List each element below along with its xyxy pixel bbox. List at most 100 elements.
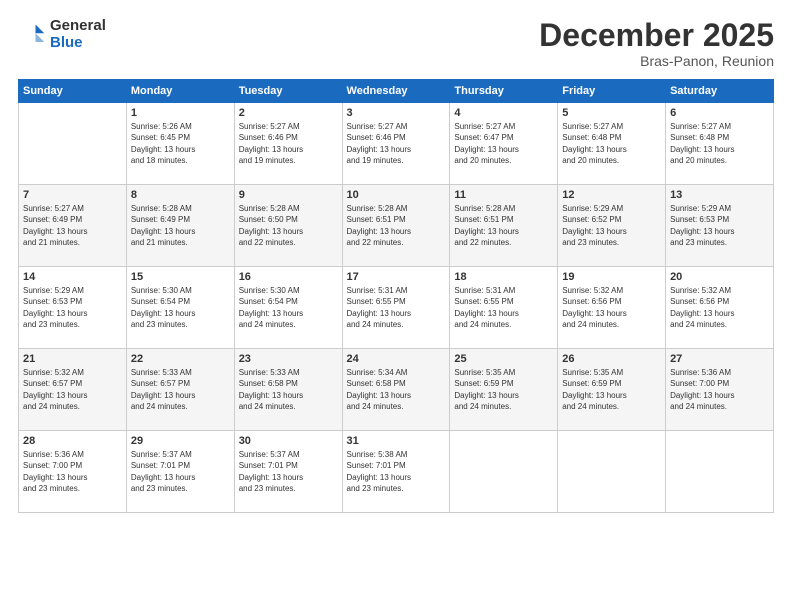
day-number: 12 xyxy=(562,189,661,201)
day-number: 17 xyxy=(347,271,446,283)
day-info: Sunrise: 5:35 AM Sunset: 6:59 PM Dayligh… xyxy=(562,367,661,412)
calendar-cell: 20 Sunrise: 5:32 AM Sunset: 6:56 PM Dayli… xyxy=(666,267,774,349)
day-info: Sunrise: 5:35 AM Sunset: 6:59 PM Dayligh… xyxy=(454,367,553,412)
day-number: 25 xyxy=(454,353,553,365)
day-number: 18 xyxy=(454,271,553,283)
calendar-cell: 19Sunrise: 5:32 AM Sunset: 6:56 PM Dayli… xyxy=(558,267,666,349)
day-info: Sunrise: 5:30 AM Sunset: 6:54 PM Dayligh… xyxy=(131,285,230,330)
calendar-cell: 14Sunrise: 5:29 AM Sunset: 6:53 PM Dayli… xyxy=(19,267,127,349)
calendar-cell xyxy=(558,431,666,513)
day-info: Sunrise: 5:34 AM Sunset: 6:58 PM Dayligh… xyxy=(347,367,446,412)
calendar-cell: 13Sunrise: 5:29 AM Sunset: 6:53 PM Dayli… xyxy=(666,185,774,267)
day-number: 20 xyxy=(670,271,769,283)
calendar-cell: 1 Sunrise: 5:26 AM Sunset: 6:45 PM Daylig… xyxy=(126,103,234,185)
day-info: Sunrise: 5:28 AM Sunset: 6:51 PM Dayligh… xyxy=(347,203,446,248)
calendar-cell: 21Sunrise: 5:32 AM Sunset: 6:57 PM Dayli… xyxy=(19,349,127,431)
day-header-thursday: Thursday xyxy=(450,80,558,103)
day-info: Sunrise: 5:28 AM Sunset: 6:51 PM Dayligh… xyxy=(454,203,553,248)
subtitle: Bras-Panon, Reunion xyxy=(539,53,774,69)
day-number: 16 xyxy=(239,271,338,283)
day-info: Sunrise: 5:33 AM Sunset: 6:58 PM Dayligh… xyxy=(239,367,338,412)
day-number: 31 xyxy=(347,435,446,447)
week-row-2: 7Sunrise: 5:27 AM Sunset: 6:49 PM Daylig… xyxy=(19,185,774,267)
week-row-4: 21Sunrise: 5:32 AM Sunset: 6:57 PM Dayli… xyxy=(19,349,774,431)
logo-text: General Blue xyxy=(50,18,106,51)
day-info: Sunrise: 5:37 AM Sunset: 7:01 PM Dayligh… xyxy=(131,449,230,494)
calendar-table: SundayMondayTuesdayWednesdayThursdayFrid… xyxy=(18,79,774,513)
calendar-cell: 22 Sunrise: 5:33 AM Sunset: 6:57 PM Dayli… xyxy=(126,349,234,431)
calendar-cell: 25 Sunrise: 5:35 AM Sunset: 6:59 PM Dayli… xyxy=(450,349,558,431)
calendar-cell: 7Sunrise: 5:27 AM Sunset: 6:49 PM Daylig… xyxy=(19,185,127,267)
page: General Blue December 2025 Bras-Panon, R… xyxy=(0,0,792,612)
logo: General Blue xyxy=(18,18,106,51)
day-info: Sunrise: 5:33 AM Sunset: 6:57 PM Dayligh… xyxy=(131,367,230,412)
day-number: 9 xyxy=(239,189,338,201)
calendar-cell xyxy=(666,431,774,513)
day-info: Sunrise: 5:37 AM Sunset: 7:01 PM Dayligh… xyxy=(239,449,338,494)
day-number: 2 xyxy=(239,107,338,119)
calendar-cell: 23 Sunrise: 5:33 AM Sunset: 6:58 PM Dayli… xyxy=(234,349,342,431)
day-info: Sunrise: 5:27 AM Sunset: 6:48 PM Dayligh… xyxy=(670,121,769,166)
day-info: Sunrise: 5:32 AM Sunset: 6:56 PM Dayligh… xyxy=(670,285,769,330)
day-info: Sunrise: 5:38 AM Sunset: 7:01 PM Dayligh… xyxy=(347,449,446,494)
week-row-3: 14Sunrise: 5:29 AM Sunset: 6:53 PM Dayli… xyxy=(19,267,774,349)
calendar-cell: 4Sunrise: 5:27 AM Sunset: 6:47 PM Daylig… xyxy=(450,103,558,185)
day-number: 23 xyxy=(239,353,338,365)
day-number: 27 xyxy=(670,353,769,365)
day-info: Sunrise: 5:32 AM Sunset: 6:57 PM Dayligh… xyxy=(23,367,122,412)
day-number: 1 xyxy=(131,107,230,119)
calendar-cell: 3 Sunrise: 5:27 AM Sunset: 6:46 PM Daylig… xyxy=(342,103,450,185)
logo-general: General xyxy=(50,17,106,34)
calendar-cell: 8Sunrise: 5:28 AM Sunset: 6:49 PM Daylig… xyxy=(126,185,234,267)
day-number: 30 xyxy=(239,435,338,447)
day-number: 6 xyxy=(670,107,769,119)
day-info: Sunrise: 5:27 AM Sunset: 6:48 PM Dayligh… xyxy=(562,121,661,166)
day-info: Sunrise: 5:36 AM Sunset: 7:00 PM Dayligh… xyxy=(23,449,122,494)
day-number: 5 xyxy=(562,107,661,119)
day-number: 29 xyxy=(131,435,230,447)
header-row: SundayMondayTuesdayWednesdayThursdayFrid… xyxy=(19,80,774,103)
day-info: Sunrise: 5:36 AM Sunset: 7:00 PM Dayligh… xyxy=(670,367,769,412)
day-number: 22 xyxy=(131,353,230,365)
day-number: 11 xyxy=(454,189,553,201)
day-info: Sunrise: 5:31 AM Sunset: 6:55 PM Dayligh… xyxy=(454,285,553,330)
calendar-cell: 29 Sunrise: 5:37 AM Sunset: 7:01 PM Dayli… xyxy=(126,431,234,513)
day-info: Sunrise: 5:27 AM Sunset: 6:46 PM Dayligh… xyxy=(347,121,446,166)
day-info: Sunrise: 5:27 AM Sunset: 6:46 PM Dayligh… xyxy=(239,121,338,166)
day-info: Sunrise: 5:30 AM Sunset: 6:54 PM Dayligh… xyxy=(239,285,338,330)
calendar-cell: 30 Sunrise: 5:37 AM Sunset: 7:01 PM Dayli… xyxy=(234,431,342,513)
calendar-cell: 31 Sunrise: 5:38 AM Sunset: 7:01 PM Dayli… xyxy=(342,431,450,513)
day-header-tuesday: Tuesday xyxy=(234,80,342,103)
calendar-cell: 11 Sunrise: 5:28 AM Sunset: 6:51 PM Dayli… xyxy=(450,185,558,267)
calendar-cell: 12Sunrise: 5:29 AM Sunset: 6:52 PM Dayli… xyxy=(558,185,666,267)
day-header-monday: Monday xyxy=(126,80,234,103)
day-number: 4 xyxy=(454,107,553,119)
day-number: 24 xyxy=(347,353,446,365)
day-header-sunday: Sunday xyxy=(19,80,127,103)
calendar-cell: 5 Sunrise: 5:27 AM Sunset: 6:48 PM Daylig… xyxy=(558,103,666,185)
calendar-cell xyxy=(19,103,127,185)
day-info: Sunrise: 5:31 AM Sunset: 6:55 PM Dayligh… xyxy=(347,285,446,330)
calendar-cell xyxy=(450,431,558,513)
day-number: 3 xyxy=(347,107,446,119)
calendar-cell: 9Sunrise: 5:28 AM Sunset: 6:50 PM Daylig… xyxy=(234,185,342,267)
calendar-cell: 27 Sunrise: 5:36 AM Sunset: 7:00 PM Dayli… xyxy=(666,349,774,431)
calendar-cell: 24 Sunrise: 5:34 AM Sunset: 6:58 PM Dayli… xyxy=(342,349,450,431)
day-info: Sunrise: 5:27 AM Sunset: 6:49 PM Dayligh… xyxy=(23,203,122,248)
day-number: 26 xyxy=(562,353,661,365)
day-number: 15 xyxy=(131,271,230,283)
day-info: Sunrise: 5:29 AM Sunset: 6:53 PM Dayligh… xyxy=(23,285,122,330)
day-number: 19 xyxy=(562,271,661,283)
day-header-friday: Friday xyxy=(558,80,666,103)
logo-icon xyxy=(18,21,46,49)
calendar-cell: 6 Sunrise: 5:27 AM Sunset: 6:48 PM Daylig… xyxy=(666,103,774,185)
day-info: Sunrise: 5:28 AM Sunset: 6:49 PM Dayligh… xyxy=(131,203,230,248)
month-title: December 2025 xyxy=(539,18,774,53)
day-info: Sunrise: 5:26 AM Sunset: 6:45 PM Dayligh… xyxy=(131,121,230,166)
header: General Blue December 2025 Bras-Panon, R… xyxy=(18,18,774,69)
day-header-wednesday: Wednesday xyxy=(342,80,450,103)
day-number: 10 xyxy=(347,189,446,201)
week-row-5: 28Sunrise: 5:36 AM Sunset: 7:00 PM Dayli… xyxy=(19,431,774,513)
calendar-cell: 15 Sunrise: 5:30 AM Sunset: 6:54 PM Dayli… xyxy=(126,267,234,349)
day-number: 13 xyxy=(670,189,769,201)
